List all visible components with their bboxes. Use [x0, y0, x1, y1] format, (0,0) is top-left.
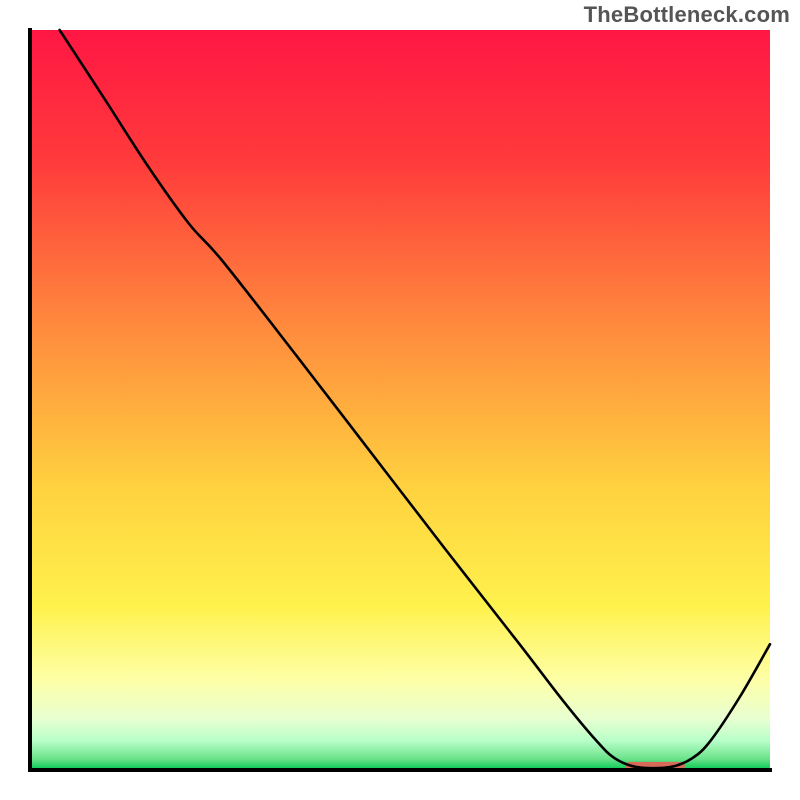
plot-area	[30, 30, 770, 770]
bottleneck-chart	[0, 0, 800, 800]
gradient-background	[30, 30, 770, 770]
